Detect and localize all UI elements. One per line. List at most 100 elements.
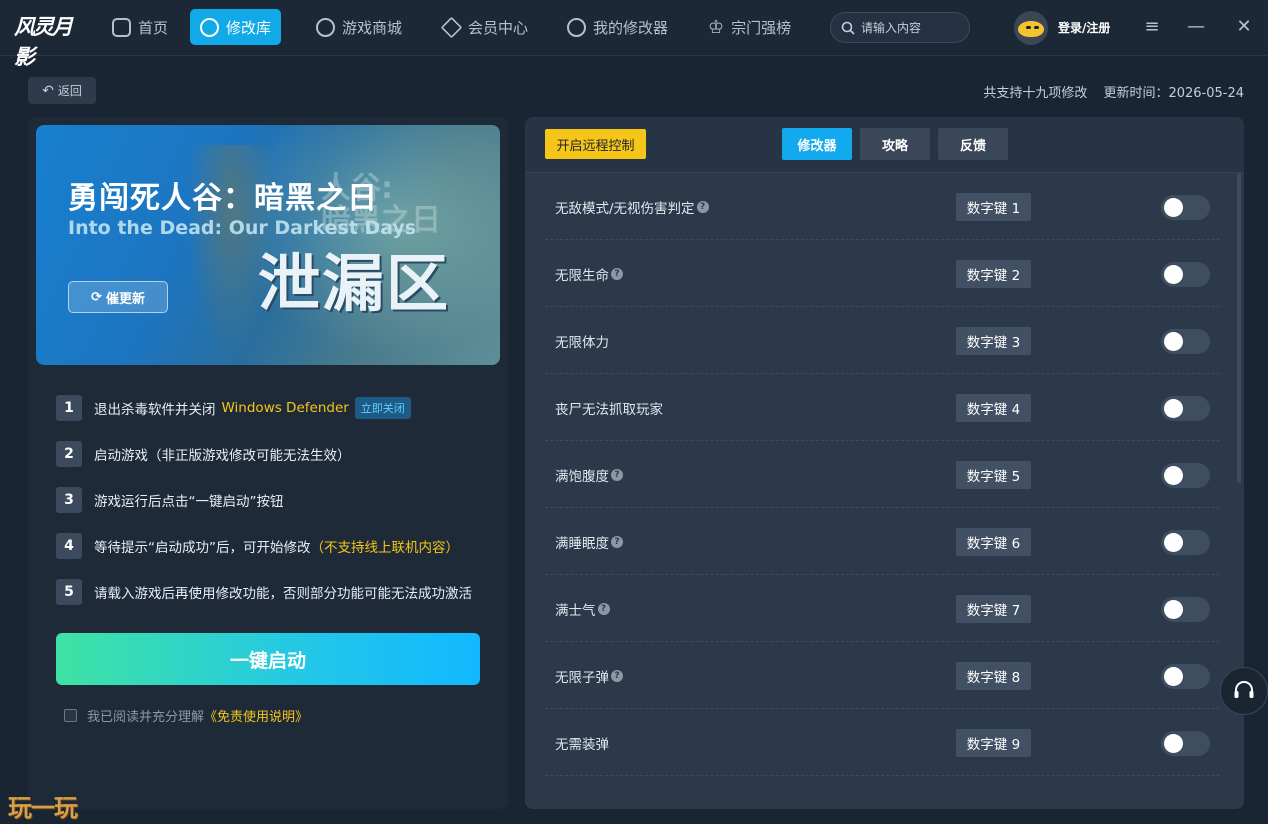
cheat-toggle[interactable] bbox=[1161, 530, 1210, 555]
watermark-logo: 玩一玩 bbox=[8, 794, 78, 822]
avatar[interactable] bbox=[1014, 11, 1048, 45]
help-icon[interactable]: ? bbox=[696, 200, 709, 213]
help-icon[interactable]: ? bbox=[611, 669, 623, 682]
urge-update-button[interactable]: ⟳ 催更新 bbox=[68, 281, 168, 313]
toggle-knob bbox=[1164, 734, 1183, 753]
nav-label: 会员中心 bbox=[468, 18, 529, 37]
hotkey-badge: 数字键 5 bbox=[956, 461, 1031, 489]
cheat-row: 无限体力 数字键 3 bbox=[545, 307, 1220, 374]
hotkey-badge: 数字键 9 bbox=[956, 729, 1031, 757]
nav-store[interactable]: 游戏商城 bbox=[306, 9, 412, 45]
nav-label: 宗门强榜 bbox=[731, 18, 792, 37]
cheat-row: 丧尸无法抓取玩家 数字键 4 bbox=[545, 374, 1220, 441]
help-icon[interactable]: ? bbox=[611, 267, 623, 280]
tab-guide[interactable]: 攻略 bbox=[860, 128, 930, 160]
search-icon bbox=[841, 21, 855, 35]
nav-label: 我的修改器 bbox=[593, 18, 669, 37]
help-icon[interactable]: ? bbox=[597, 602, 610, 615]
nav-label: 修改库 bbox=[226, 18, 272, 37]
disclaimer-link[interactable]: 《免责使用说明》 bbox=[204, 710, 308, 725]
cheat-row: 满睡眠度? 数字键 6 bbox=[545, 508, 1220, 575]
help-icon[interactable]: ? bbox=[611, 535, 623, 548]
tab-feedback[interactable]: 反馈 bbox=[938, 128, 1008, 160]
close-defender-button[interactable]: 立即关闭 bbox=[354, 397, 411, 419]
toggle-knob bbox=[1164, 399, 1183, 418]
close-icon[interactable]: ✕ bbox=[1231, 14, 1257, 40]
hotkey-badge: 数字键 2 bbox=[956, 260, 1031, 288]
disclaimer-agreement: 我已阅读并充分理解《免责使用说明》 bbox=[64, 706, 308, 725]
cheat-row: 无需装弹 数字键 9 bbox=[545, 709, 1220, 776]
urge-label: 催更新 bbox=[105, 291, 145, 307]
nav-home[interactable]: 首页 bbox=[102, 9, 178, 45]
back-button[interactable]: ↶ 返回 bbox=[28, 77, 96, 104]
cheat-row: 满饱腹度? 数字键 5 bbox=[545, 441, 1220, 508]
trainer-meta: 共支持十九项修改 更新时间：2026-05-24 bbox=[983, 82, 1244, 101]
trainer-tabs: 修改器 攻略 反馈 bbox=[782, 128, 1008, 160]
minimize-icon[interactable]: — bbox=[1183, 14, 1209, 40]
home-icon bbox=[112, 17, 131, 37]
agree-text: 我已阅读并充分理解 bbox=[87, 710, 205, 725]
toggle-knob bbox=[1164, 198, 1183, 217]
nav-library[interactable]: 修改库 bbox=[190, 9, 282, 45]
cheat-row: 无限生命? 数字键 2 bbox=[545, 240, 1220, 307]
crown-icon: ♔ bbox=[708, 16, 725, 38]
scrollbar[interactable] bbox=[1237, 173, 1241, 483]
cheat-toggle[interactable] bbox=[1161, 731, 1210, 756]
login-register-link[interactable]: 登录/注册 bbox=[1058, 19, 1110, 36]
hotkey-badge: 数字键 1 bbox=[956, 193, 1031, 221]
cheat-toggle[interactable] bbox=[1161, 195, 1210, 220]
nav-ranking[interactable]: ♔ 宗门强榜 bbox=[698, 9, 801, 45]
menu-icon[interactable]: ≡ bbox=[1139, 14, 1165, 40]
cheat-label: 无需装弹 bbox=[555, 736, 609, 753]
cheat-row: 满士气? 数字键 7 bbox=[545, 575, 1220, 642]
step-item: 2 启动游戏（非正版游戏修改可能无法生效） bbox=[56, 441, 351, 467]
customer-support-button[interactable] bbox=[1220, 667, 1268, 715]
cheat-label: 无限生命? bbox=[555, 240, 623, 307]
tab-trainer[interactable]: 修改器 bbox=[782, 128, 852, 160]
nav-my-trainer[interactable]: 我的修改器 bbox=[557, 9, 678, 45]
hotkey-badge: 数字键 4 bbox=[956, 394, 1031, 422]
hotkey-badge: 数字键 7 bbox=[956, 595, 1031, 623]
nav-label: 游戏商城 bbox=[342, 18, 403, 37]
vip-icon bbox=[440, 16, 463, 38]
game-banner: 人谷: 暗黑之日 勇闯死人谷：暗黑之日 Into the Dead: Our Da… bbox=[36, 125, 500, 365]
cheat-label: 满士气? bbox=[555, 575, 610, 642]
step-item: 1 退出杀毒软件并关闭 Windows Defender 立即关闭 bbox=[56, 395, 411, 421]
cheat-toggle[interactable] bbox=[1161, 597, 1210, 622]
toggle-knob bbox=[1164, 466, 1183, 485]
cheat-list: 无敌模式/无视伤害判定? 数字键 1 无限生命? 数字键 2 无限体力 数字键 3 丧尸无法… bbox=[525, 172, 1244, 809]
cheat-toggle[interactable] bbox=[1161, 329, 1210, 354]
cheat-label: 无敌模式/无视伤害判定? bbox=[555, 173, 709, 240]
toggle-knob bbox=[1164, 667, 1183, 686]
cheat-toggle[interactable] bbox=[1161, 664, 1210, 689]
cheat-toggle[interactable] bbox=[1161, 262, 1210, 287]
step-item: 5 请载入游戏后再使用修改功能，否则部分功能可能无法成功激活 bbox=[56, 579, 472, 605]
nav-vip[interactable]: 会员中心 bbox=[432, 9, 538, 45]
cheat-label: 丧尸无法抓取玩家 bbox=[555, 401, 663, 418]
cheat-row: 无限子弹? 数字键 8 bbox=[545, 642, 1220, 709]
cheat-toggle[interactable] bbox=[1161, 463, 1210, 488]
cheat-row: 无敌模式/无视伤害判定? 数字键 1 bbox=[545, 173, 1220, 240]
search-input[interactable] bbox=[861, 20, 961, 35]
agree-checkbox[interactable] bbox=[64, 709, 77, 722]
back-label: 返回 bbox=[57, 84, 82, 98]
cheat-label: 无限体力 bbox=[555, 334, 609, 351]
cheat-label: 满睡眠度? bbox=[555, 508, 623, 575]
headset-icon bbox=[1234, 681, 1254, 698]
search-box[interactable] bbox=[830, 12, 970, 43]
game-title: 勇闯死人谷：暗黑之日 bbox=[68, 181, 378, 216]
library-icon bbox=[200, 17, 219, 37]
nav-label: 首页 bbox=[138, 18, 169, 37]
banner-subtitle-art: 泄漏区 bbox=[258, 247, 451, 320]
one-click-start-button[interactable]: 一键启动 bbox=[56, 633, 480, 685]
remote-control-button[interactable]: 开启远程控制 bbox=[545, 129, 646, 159]
top-bar: 风灵月影 首页 修改库 游戏商城 会员中心 我的修改器 ♔ 宗门强榜 登录/注册… bbox=[0, 0, 1268, 69]
hotkey-badge: 数字键 3 bbox=[956, 327, 1031, 355]
help-icon[interactable]: ? bbox=[611, 468, 623, 481]
hotkey-badge: 数字键 6 bbox=[956, 528, 1031, 556]
cheat-toggle[interactable] bbox=[1161, 396, 1210, 421]
step-item: 3 游戏运行后点击“一键启动”按钮 bbox=[56, 487, 284, 513]
step-item: 4 等待提示“启动成功”后，可开始修改 （不支持线上联机内容） bbox=[56, 533, 459, 559]
app-logo[interactable]: 风灵月影 bbox=[14, 11, 84, 69]
cheat-label: 无限子弹? bbox=[555, 642, 623, 709]
